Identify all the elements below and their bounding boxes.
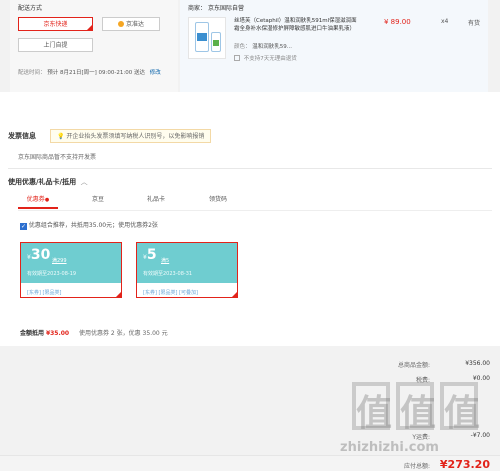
bottle-label xyxy=(197,33,207,41)
tab-label: 礼品卡 xyxy=(146,196,165,203)
tab-gift-card[interactable]: 礼品卡 xyxy=(136,193,176,209)
watermark-glyph: 值 xyxy=(444,393,481,434)
smile-icon xyxy=(118,21,125,27)
invoice-notice: 💡 开企业抬头发票须填写纳税人识别号，以免影响报销 xyxy=(50,129,212,143)
selected-corner-icon xyxy=(231,291,238,298)
new-badge-icon: ● xyxy=(44,197,50,203)
watermark-domain: zhizhizhi.com xyxy=(340,440,439,455)
ship-option-jingzhunda[interactable]: 京准达 xyxy=(102,17,160,31)
discount-title-text: 使用优惠/礼品卡/抵用 xyxy=(8,178,77,186)
coupon-tag: [东券] xyxy=(143,290,157,296)
selected-corner-icon xyxy=(115,291,122,298)
delivery-time-value: 预计 8月21日[周一] 09:00-21:00 送达 xyxy=(47,70,145,76)
ship-option-pickup[interactable]: 上门自提 xyxy=(18,38,93,52)
delivery-time: 配送时间： 预计 8月21日[周一] 09:00-21:00 送达 修改 xyxy=(18,68,161,76)
ship-option-label: 京准达 xyxy=(125,21,144,28)
coupon-amount: ¥30 xyxy=(27,247,50,263)
invoice-notice-text: 开企业抬头发票须填写纳税人识别号，以免影响报销 xyxy=(66,133,205,140)
seller-line: 商家： 京东国际自营 xyxy=(188,3,244,12)
tab-label: 优惠券 xyxy=(26,196,45,203)
watermark-glyph: 值 xyxy=(400,393,437,434)
product-name[interactable]: 丝塔芙（Cetaphil）温和润肤乳591ml保湿滋润面霜全身补水保湿修护屏障敏… xyxy=(234,17,362,33)
coupon-card[interactable]: ¥30 满299 有效期至2023-08-19 [东券] [限品类] xyxy=(20,242,122,298)
chevron-up-icon: ︿ xyxy=(80,178,88,186)
return-note-text: 不支持7天无理由退货 xyxy=(243,56,297,62)
coupon-tag: [限品类] xyxy=(158,290,178,296)
discount-tabs: 优惠券● 京豆 礼品卡 领货码 xyxy=(18,193,492,211)
tab-coupons[interactable]: 优惠券● xyxy=(18,193,58,209)
summary-value-total: ¥356.00 xyxy=(465,360,490,367)
coupon-date: 有效期至2023-08-19 xyxy=(27,271,77,277)
coupon-condition: 满299 xyxy=(52,258,67,264)
discount-title[interactable]: 使用优惠/礼品卡/抵用 ︿ xyxy=(8,177,88,187)
amount-label: 金额抵用 xyxy=(20,330,45,337)
coupon-amount-value: 30 xyxy=(30,247,51,263)
payable-label: 应付总额: xyxy=(403,463,430,470)
coupon-tag: [限品类] xyxy=(42,290,62,296)
coupon-tags: [东券] [限品类] xyxy=(27,289,61,296)
spec-value: 温和润肤乳59... xyxy=(252,44,293,50)
coupon-date: 有效期至2023-08-31 xyxy=(143,271,193,277)
invoice-note: 京东国际商品暂不支持开发票 xyxy=(18,154,97,161)
return-note: 不支持7天无理由退货 xyxy=(234,54,297,62)
coupon-amount-value: 5 xyxy=(146,247,157,263)
product-image[interactable] xyxy=(188,17,226,59)
tab-label: 领货码 xyxy=(208,196,227,203)
amount-line: 金额抵用 ¥35.00 使用优惠券 2 张，优惠 35.00 元 xyxy=(20,328,168,337)
bottle-large xyxy=(195,22,209,52)
coupon-tags: [东券] [限品类] [可叠加] xyxy=(143,289,198,296)
ship-option-label: 上门自提 xyxy=(43,42,68,49)
product-price: ¥ 89.00 xyxy=(384,18,411,26)
seller-label: 商家： xyxy=(188,5,207,12)
tab-jd-beans[interactable]: 京豆 xyxy=(78,193,118,209)
payable-value: ¥273.20 xyxy=(439,458,490,471)
product-spec: 颜色： 温和润肤乳59... xyxy=(234,42,292,50)
tab-label: 京豆 xyxy=(91,196,104,203)
ship-option-label: 京东快递 xyxy=(43,21,68,28)
delivery-time-label: 配送时间： xyxy=(18,70,46,76)
discount-divider xyxy=(8,168,492,169)
product-stock: 有货 xyxy=(468,20,481,27)
coupon-tag: [东券] xyxy=(27,290,41,296)
coupon-top: ¥5 满5 有效期至2023-08-31 xyxy=(137,243,237,283)
product-panel xyxy=(180,0,488,92)
summary-label-total: 总商品金额: xyxy=(397,362,430,369)
seller-name: 京东国际自营 xyxy=(207,5,244,12)
checkbox-checked-icon[interactable]: ✓ xyxy=(20,223,27,230)
ship-option-jd-express[interactable]: 京东快递 xyxy=(18,17,93,31)
invoice-title: 发票信息 xyxy=(8,132,36,140)
lightbulb-icon: 💡 xyxy=(57,133,65,140)
modify-link[interactable]: 修改 xyxy=(150,70,161,76)
summary-value-tax: ¥0.00 xyxy=(472,375,490,382)
selected-corner-icon xyxy=(86,24,93,31)
coupon-tag: [可叠加] xyxy=(179,290,198,296)
bottle-label xyxy=(213,40,219,46)
coupon-top: ¥30 满299 有效期至2023-08-19 xyxy=(21,243,121,283)
no-return-icon xyxy=(234,55,240,61)
coupon-card[interactable]: ¥5 满5 有效期至2023-08-31 [东券] [限品类] [可叠加] xyxy=(136,242,238,298)
tab-claim-code[interactable]: 领货码 xyxy=(198,193,238,209)
combo-text: 优惠组合推荐，共抵用35.00元；使用优惠券2张 xyxy=(28,222,158,229)
amount-detail: 使用优惠券 2 张，优惠 35.00 元 xyxy=(79,330,168,337)
coupon-condition: 满5 xyxy=(161,258,170,264)
delivery-section-title: 配送方式 xyxy=(18,5,43,12)
watermark-glyph: 值 xyxy=(356,393,393,434)
combo-recommend[interactable]: ✓ 优惠组合推荐，共抵用35.00元；使用优惠券2张 xyxy=(20,220,158,230)
amount-value: ¥35.00 xyxy=(45,330,70,337)
coupon-amount: ¥5 xyxy=(143,247,157,263)
bottle-small xyxy=(211,32,221,52)
spec-label: 颜色： xyxy=(234,44,251,50)
product-quantity: x4 xyxy=(441,18,449,25)
